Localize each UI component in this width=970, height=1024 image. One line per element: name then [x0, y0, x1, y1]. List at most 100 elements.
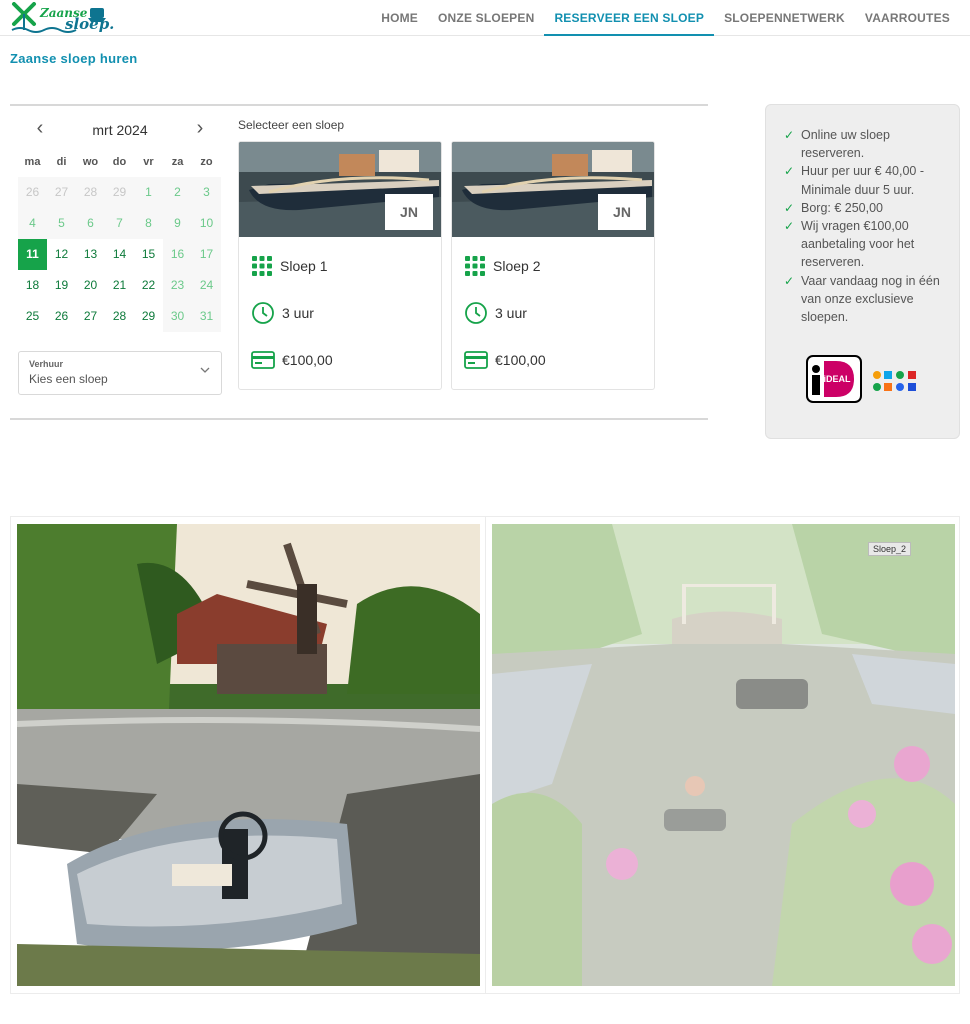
boat-name: Sloep 1 — [280, 258, 328, 274]
divider-bottom — [10, 418, 708, 420]
calendar-day[interactable]: 20 — [76, 270, 105, 301]
calendar-day: 1 — [134, 177, 163, 208]
calendar-day[interactable]: 18 — [18, 270, 47, 301]
calendar-day[interactable]: 13 — [76, 239, 105, 270]
nav-home[interactable]: HOME — [371, 0, 428, 36]
gallery-photo-windmill[interactable] — [17, 524, 480, 986]
boat-price-row: €100,00 — [464, 348, 546, 372]
boats-heading: Selecteer een sloep — [238, 118, 345, 132]
boat-duration: 3 uur — [495, 305, 527, 321]
boat-name-row: Sloep 2 — [464, 254, 540, 278]
boat-duration-row: 3 uur — [251, 301, 314, 325]
clock-icon — [465, 302, 487, 324]
main-nav: HOME ONZE SLOEPEN RESERVEER EEN SLOEP SL… — [371, 0, 960, 36]
info-item: ✓ Wij vragen €100,00 aanbetaling voor het… — [784, 217, 954, 272]
rental-select[interactable]: Verhuur Kies een sloep — [18, 351, 222, 395]
calendar-day: 26 — [18, 177, 47, 208]
weekday-label: wo — [82, 156, 99, 168]
weekday-label: di — [56, 156, 67, 168]
calendar-day[interactable]: 21 — [105, 270, 134, 301]
calendar-day-selected[interactable]: 11 — [18, 239, 47, 270]
calendar-day[interactable]: 30 — [163, 301, 192, 332]
calendar-day[interactable]: 16 — [163, 239, 192, 270]
info-text: Wij vragen €100,00 aanbetaling voor het … — [801, 219, 915, 270]
credit-card-icon — [464, 351, 488, 369]
info-item: ✓ Borg: € 250,00 — [784, 199, 954, 217]
boat-card-1[interactable]: JN Sloep 1 3 uur €100,00 — [238, 141, 442, 390]
calendar-day[interactable]: 17 — [192, 239, 221, 270]
boat-price-row: €100,00 — [251, 348, 333, 372]
calendar-day: 8 — [134, 208, 163, 239]
gallery-divider — [485, 517, 486, 993]
canal-photo — [492, 524, 955, 986]
nav-onze-sloepen[interactable]: ONZE SLOEPEN — [428, 0, 544, 36]
calendar-day[interactable]: 25 — [18, 301, 47, 332]
calendar-day[interactable]: 29 — [134, 301, 163, 332]
boat-price: €100,00 — [495, 352, 546, 368]
page-title: Zaanse sloep huren — [10, 51, 138, 66]
calendar-day: 5 — [47, 208, 76, 239]
rental-select-label: Verhuur — [29, 359, 64, 369]
nav-vaarroutes[interactable]: VAARROUTES — [855, 0, 960, 36]
bank-logos-icon — [873, 371, 916, 391]
photo-gallery: Sloep_2 — [10, 516, 960, 994]
weekday-label: za — [171, 156, 184, 168]
weekday-label: vr — [143, 156, 154, 168]
calendar-grid: ma di wo do vr za zo 26 27 28 29 1 2 3 4 5 6 7 8 9 10… — [18, 148, 222, 332]
ideal-logo-icon: iDEAL — [806, 355, 862, 403]
boat-price: €100,00 — [282, 352, 333, 368]
windmill-harbour-photo — [17, 524, 480, 986]
calendar-day: 4 — [18, 208, 47, 239]
grid-icon — [252, 256, 272, 276]
boat-badge: JN — [385, 194, 433, 230]
calendar-day[interactable]: 23 — [163, 270, 192, 301]
divider-top — [10, 104, 708, 106]
date-picker: ‹ mrt 2024 › ma di wo do vr za zo 26 27 28… — [18, 116, 222, 332]
check-icon: ✓ — [784, 128, 795, 142]
check-icon: ✓ — [784, 200, 795, 215]
credit-card-icon — [251, 351, 275, 369]
svg-text:iDEAL: iDEAL — [824, 374, 852, 384]
weekday-label: ma — [24, 156, 41, 168]
calendar-day: 2 — [163, 177, 192, 208]
site-logo[interactable]: Zaanse sloep. — [10, 2, 114, 34]
calendar-day: 6 — [76, 208, 105, 239]
info-text: Vaar vandaag nog in één van onze exclusi… — [801, 273, 940, 325]
calendar-day: 28 — [76, 177, 105, 208]
calendar-day[interactable]: 28 — [105, 301, 134, 332]
calendar-day[interactable]: 19 — [47, 270, 76, 301]
calendar-day[interactable]: 27 — [76, 301, 105, 332]
clock-icon — [252, 302, 274, 324]
info-item: ✓ Vaar vandaag nog in één van onze exclus… — [784, 272, 954, 327]
info-text: Online uw sloep reserveren. — [801, 128, 890, 161]
rental-select-value: Kies een sloep — [29, 372, 108, 386]
info-item: ✓ Online uw sloep reserveren. — [784, 126, 954, 162]
grid-icon — [465, 256, 485, 276]
nav-sloepennetwerk[interactable]: SLOEPENNETWERK — [714, 0, 855, 36]
calendar-day[interactable]: 12 — [47, 239, 76, 270]
check-icon: ✓ — [784, 219, 795, 234]
calendar-day: 3 — [192, 177, 221, 208]
calendar-day[interactable]: 15 — [134, 239, 163, 270]
nav-reserveer-een-sloep[interactable]: RESERVEER EEN SLOEP — [544, 0, 715, 36]
check-icon: ✓ — [784, 164, 795, 179]
info-text: Huur per uur € 40,00 - Minimale duur 5 u… — [801, 164, 924, 197]
boat-name-row: Sloep 1 — [251, 254, 327, 278]
calendar-header: ‹ mrt 2024 › — [18, 116, 222, 144]
calendar-day[interactable]: 14 — [105, 239, 134, 270]
next-month-button[interactable]: › — [190, 118, 210, 138]
calendar-day[interactable]: 24 — [192, 270, 221, 301]
logo-text-bottom: sloep. — [65, 15, 115, 33]
calendar-day[interactable]: 31 — [192, 301, 221, 332]
gallery-photo-canal[interactable]: Sloep_2 — [492, 524, 955, 986]
calendar-day[interactable]: 26 — [47, 301, 76, 332]
info-panel: ✓ Online uw sloep reserveren. ✓ Huur per u… — [765, 104, 960, 439]
calendar-day[interactable]: 22 — [134, 270, 163, 301]
info-text: Borg: € 250,00 — [801, 200, 884, 215]
weekday-label: zo — [200, 156, 213, 168]
boat-card-2[interactable]: JN Sloep 2 3 uur €100,00 — [451, 141, 655, 390]
chevron-down-icon — [200, 367, 210, 373]
boat-name: Sloep 2 — [493, 258, 541, 274]
weekday-label: do — [112, 156, 127, 168]
calendar-day: 9 — [163, 208, 192, 239]
